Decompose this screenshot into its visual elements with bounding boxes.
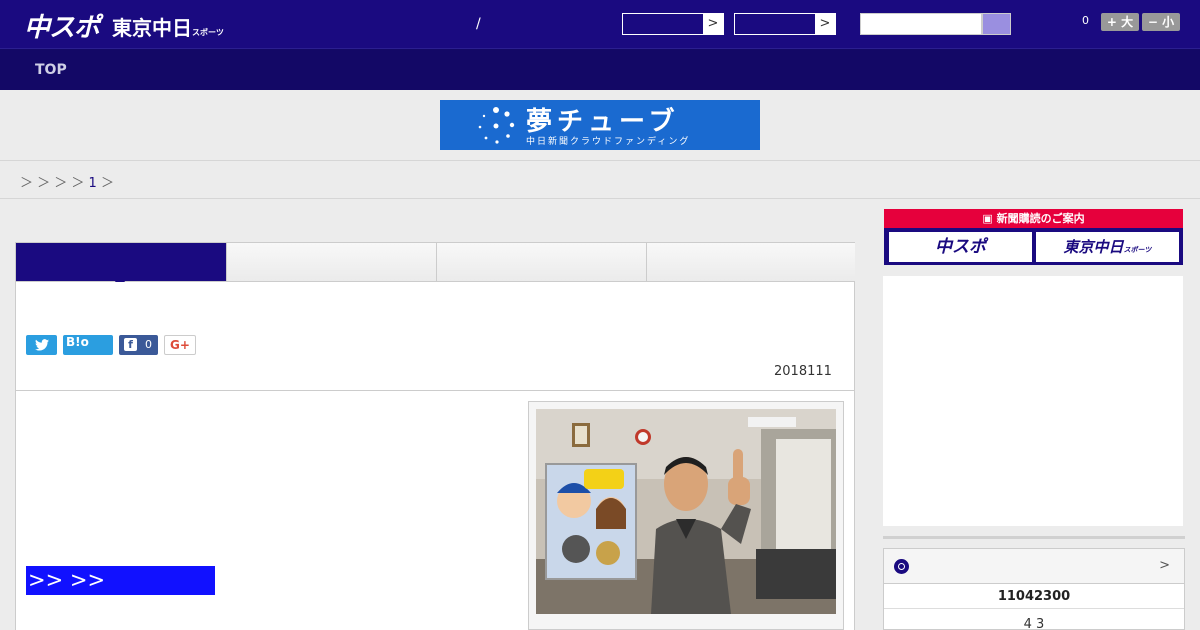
score-header[interactable]: > bbox=[884, 549, 1184, 584]
breadcrumb-page-link[interactable]: 1 bbox=[89, 176, 97, 191]
article-tabs bbox=[15, 242, 855, 282]
twitter-share-button[interactable] bbox=[26, 335, 57, 355]
chuspo-logo[interactable]: 中スポ bbox=[24, 7, 100, 44]
tab-4[interactable] bbox=[647, 243, 855, 281]
search-input[interactable] bbox=[860, 13, 982, 35]
read-more-link[interactable]: >> >> bbox=[26, 566, 215, 595]
sidebar-ad[interactable] bbox=[883, 276, 1183, 526]
font-larger-button[interactable]: + 大 bbox=[1101, 13, 1139, 31]
breadcrumb: ＞ ＞ ＞ ＞ 1 ＞ bbox=[20, 172, 114, 191]
chevron-right-icon: > bbox=[1159, 558, 1170, 573]
tab-2[interactable] bbox=[227, 243, 437, 281]
category-select-2[interactable]: > bbox=[734, 13, 836, 35]
google-plus-button[interactable]: G+ bbox=[164, 335, 196, 355]
tab-3[interactable] bbox=[437, 243, 647, 281]
subscription-heading-text: 新聞購読のご案内 bbox=[996, 212, 1085, 225]
tab-1[interactable] bbox=[16, 243, 227, 281]
score-line-2: 4 3 bbox=[1023, 617, 1045, 630]
facebook-count: 0 bbox=[145, 338, 152, 351]
hatena-bookmark-button[interactable]: B!o bbox=[63, 335, 113, 355]
banner-subtitle: 中日新聞クラウドファンディング bbox=[526, 137, 691, 147]
subscribe-tokyo-text: 東京中日 bbox=[1063, 238, 1124, 256]
banner-title: 夢チューブ bbox=[526, 107, 680, 137]
newspaper-icon: ▣ bbox=[982, 212, 997, 225]
chevron-right-icon: > bbox=[815, 14, 835, 34]
nav-top-link[interactable]: TOP bbox=[35, 62, 67, 78]
search-button[interactable] bbox=[982, 13, 1011, 35]
facebook-share-button[interactable]: f 0 bbox=[119, 335, 158, 355]
tokyo-chunichi-logo[interactable]: 東京中日スポーツ bbox=[112, 12, 224, 41]
yume-tube-banner[interactable]: 夢チューブ 中日新聞クラウドファンディング bbox=[440, 100, 760, 150]
header-slash: / bbox=[476, 16, 481, 32]
font-smaller-button[interactable]: − 小 bbox=[1142, 13, 1180, 31]
breadcrumb-trailing: ＞ bbox=[100, 176, 114, 191]
breadcrumb-area: ＞ ＞ ＞ ＞ 1 ＞ bbox=[0, 161, 1200, 199]
banner-area: 夢チューブ 中日新聞クラウドファンディング bbox=[0, 90, 1200, 161]
breadcrumb-separators: ＞ ＞ ＞ ＞ bbox=[20, 176, 85, 191]
player-photo-illustration bbox=[536, 409, 836, 614]
baseball-icon bbox=[894, 559, 909, 574]
site-header: 中スポ 東京中日スポーツ / bbox=[0, 0, 1200, 48]
article-photo[interactable] bbox=[536, 409, 836, 614]
article-date: 2018111 bbox=[774, 364, 832, 379]
twitter-icon bbox=[34, 339, 49, 351]
notification-count: 0 bbox=[1082, 14, 1089, 27]
category-select-1[interactable]: > bbox=[622, 13, 724, 35]
tokyo-logo-sub: スポーツ bbox=[192, 28, 224, 37]
facebook-icon: f bbox=[124, 338, 137, 351]
subscribe-chuspo-button[interactable]: 中スポ bbox=[889, 232, 1032, 262]
tokyo-logo-text: 東京中日 bbox=[112, 16, 192, 40]
subscription-heading: ▣ 新聞購読のご案内 bbox=[884, 209, 1183, 228]
dots-circle-icon bbox=[478, 107, 515, 144]
main-nav: TOP bbox=[0, 48, 1200, 90]
subscribe-tokyo-button[interactable]: 東京中日スポーツ bbox=[1036, 232, 1179, 262]
chevron-right-icon: > bbox=[703, 14, 723, 34]
subscribe-tokyo-sub: スポーツ bbox=[1123, 246, 1152, 254]
score-line-1: 11042300 bbox=[884, 589, 1184, 609]
sidebar-divider bbox=[883, 536, 1185, 539]
